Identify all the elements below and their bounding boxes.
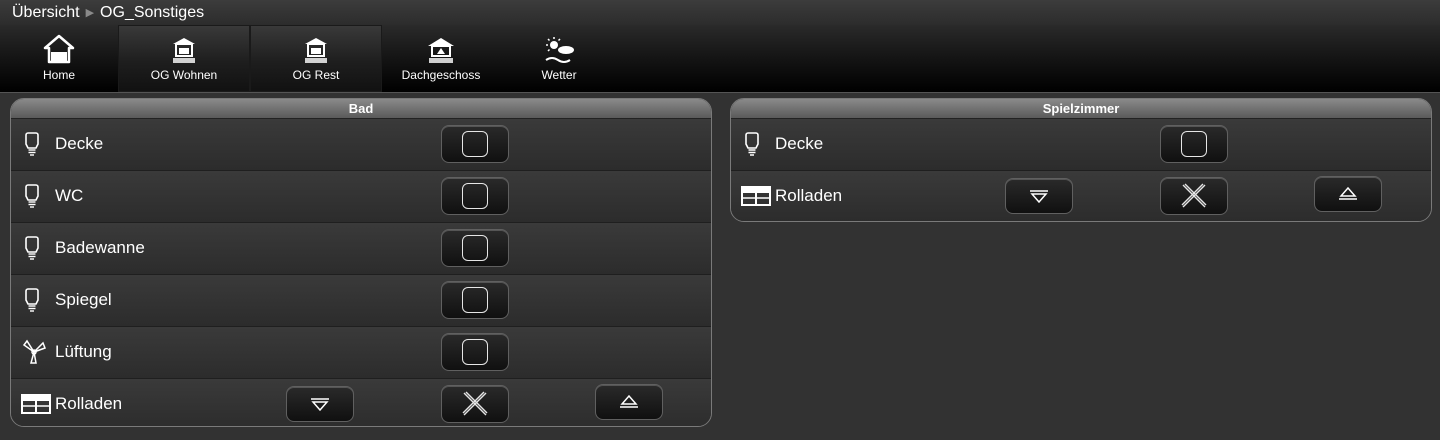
checkbox-icon bbox=[462, 235, 488, 261]
shutter-up-button[interactable] bbox=[1314, 176, 1382, 212]
nav-home[interactable]: Home bbox=[0, 25, 118, 92]
toggle-button[interactable] bbox=[1160, 125, 1228, 163]
arrow-down-icon bbox=[1030, 190, 1048, 203]
shutter-down-button[interactable] bbox=[1005, 178, 1073, 214]
nav-label: Home bbox=[42, 68, 75, 82]
nav-bar: Home OG Wohnen OG Rest Dachgeschoss Wett… bbox=[0, 25, 1440, 93]
checkbox-icon bbox=[462, 131, 488, 157]
house-roof-icon bbox=[426, 34, 456, 64]
nav-label: OG Rest bbox=[292, 68, 340, 82]
panel-title: Spielzimmer bbox=[731, 99, 1431, 119]
device-label: Rolladen bbox=[55, 394, 123, 413]
nav-label: Dachgeschoss bbox=[401, 68, 481, 82]
panel-spielzimmer: Spielzimmer Decke Rolladen bbox=[730, 98, 1432, 222]
nav-label: Wetter bbox=[541, 68, 577, 82]
device-row: Decke bbox=[731, 119, 1431, 171]
shutter-row: Rolladen bbox=[11, 379, 711, 426]
bulb-icon bbox=[25, 236, 39, 265]
arrow-up-icon bbox=[620, 395, 638, 408]
breadcrumb-root[interactable]: Übersicht bbox=[12, 4, 80, 22]
checkbox-icon bbox=[462, 339, 488, 365]
bulb-icon bbox=[745, 132, 759, 161]
shutter-stop-button[interactable] bbox=[1160, 177, 1228, 215]
window-icon bbox=[741, 186, 771, 211]
arrow-up-icon bbox=[1339, 187, 1357, 200]
device-row: Decke bbox=[11, 119, 711, 171]
device-row: Spiegel bbox=[11, 275, 711, 327]
toggle-button[interactable] bbox=[441, 229, 509, 267]
toggle-button[interactable] bbox=[441, 125, 509, 163]
device-label: Decke bbox=[775, 134, 824, 153]
weather-icon bbox=[542, 34, 576, 64]
breadcrumb: Übersicht ▶ OG_Sonstiges bbox=[0, 0, 1440, 25]
nav-label: OG Wohnen bbox=[150, 68, 218, 82]
shutter-up-button[interactable] bbox=[595, 384, 663, 420]
device-row: Badewanne bbox=[11, 223, 711, 275]
device-label: Rolladen bbox=[775, 186, 843, 205]
stop-icon bbox=[462, 391, 488, 416]
panel-bad: Bad Decke WC Badewanne Spiegel Lüftung R… bbox=[10, 98, 712, 427]
nav-og-wohnen[interactable]: OG Wohnen bbox=[118, 25, 250, 92]
shutter-stop-button[interactable] bbox=[441, 385, 509, 423]
device-row: WC bbox=[11, 171, 711, 223]
checkbox-icon bbox=[462, 287, 488, 313]
shutter-down-button[interactable] bbox=[286, 386, 354, 422]
window-icon bbox=[21, 394, 51, 419]
checkbox-icon bbox=[462, 183, 488, 209]
breadcrumb-separator-icon: ▶ bbox=[85, 7, 95, 19]
arrow-down-icon bbox=[311, 398, 329, 411]
device-label: Decke bbox=[55, 134, 104, 153]
device-label: Lüftung bbox=[55, 342, 112, 361]
home-icon bbox=[43, 34, 75, 64]
toggle-button[interactable] bbox=[441, 333, 509, 371]
device-label: Badewanne bbox=[55, 238, 145, 257]
nav-og-rest[interactable]: OG Rest bbox=[250, 25, 382, 92]
toggle-button[interactable] bbox=[441, 281, 509, 319]
house-og-icon bbox=[171, 34, 197, 64]
toggle-button[interactable] bbox=[441, 177, 509, 215]
device-row: Lüftung bbox=[11, 327, 711, 379]
breadcrumb-current: OG_Sonstiges bbox=[100, 3, 205, 21]
device-label: WC bbox=[55, 186, 84, 205]
device-label: Spiegel bbox=[55, 290, 112, 309]
nav-dachgeschoss[interactable]: Dachgeschoss bbox=[382, 25, 500, 92]
panel-title: Bad bbox=[11, 99, 711, 119]
fan-icon bbox=[21, 339, 47, 370]
house-og-icon bbox=[303, 34, 329, 64]
stop-icon bbox=[1181, 183, 1207, 208]
bulb-icon bbox=[25, 132, 39, 161]
bulb-icon bbox=[25, 288, 39, 317]
bulb-icon bbox=[25, 184, 39, 213]
checkbox-icon bbox=[1181, 131, 1207, 157]
shutter-row: Rolladen bbox=[731, 171, 1431, 221]
nav-wetter[interactable]: Wetter bbox=[500, 25, 618, 92]
